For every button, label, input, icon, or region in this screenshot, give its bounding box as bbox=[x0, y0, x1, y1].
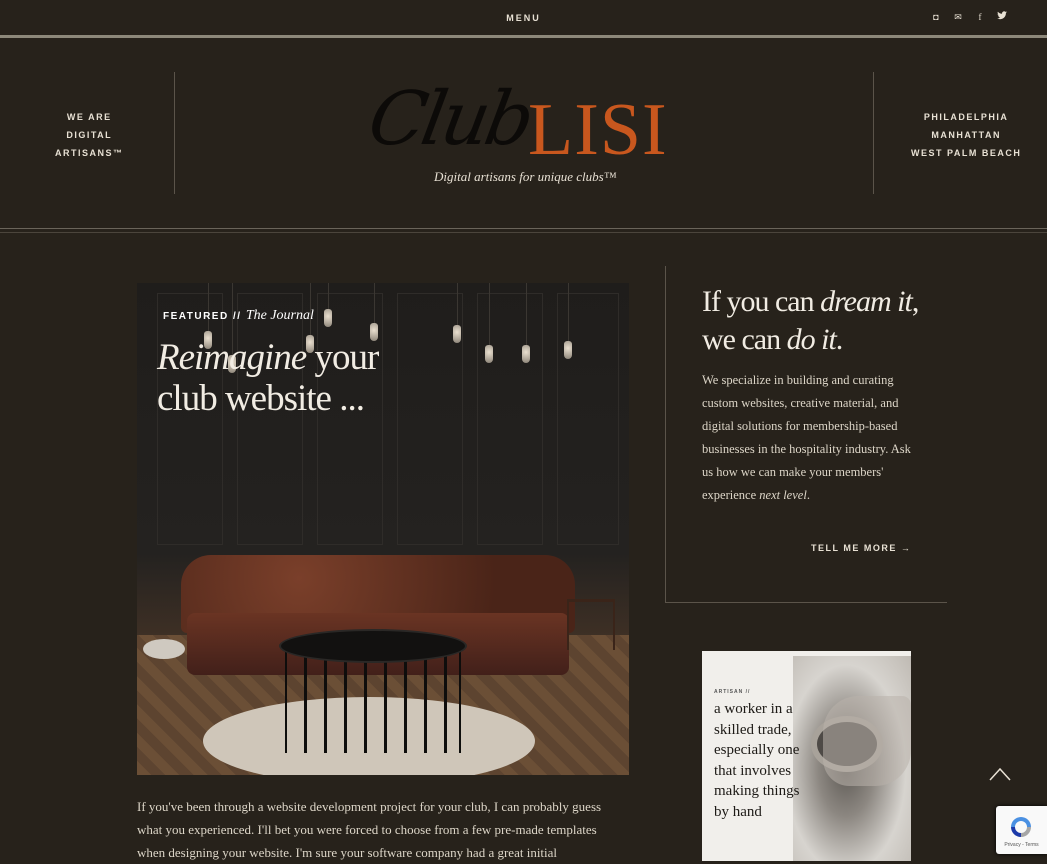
top-bar: MENU ◘ ✉ f bbox=[0, 0, 1047, 36]
intro-text: We specialize in building and curating c… bbox=[702, 373, 911, 502]
column-divider bbox=[665, 266, 666, 603]
logo-script: Club bbox=[362, 76, 537, 162]
logo-tagline: Digital artisans for unique clubs™ bbox=[434, 169, 617, 184]
featured-article-image[interactable]: FEATURED // The Journal Reimagine your c… bbox=[137, 283, 629, 775]
sidebar-intro: We specialize in building and curating c… bbox=[702, 369, 922, 507]
vase bbox=[143, 639, 185, 659]
menu-button[interactable]: MENU bbox=[0, 13, 1047, 23]
wall-panel bbox=[237, 293, 303, 545]
side-table bbox=[567, 599, 615, 650]
location-line: WEST PALM BEACH bbox=[911, 148, 1022, 158]
logo-word: LISI bbox=[528, 89, 668, 171]
featured-title-part: your bbox=[306, 337, 379, 378]
headline-emphasis: dream it bbox=[820, 285, 913, 318]
section-divider bbox=[0, 228, 1047, 229]
section-divider bbox=[0, 232, 1047, 233]
journal-link[interactable]: The Journal bbox=[246, 308, 314, 323]
headline-part: If you can bbox=[702, 285, 821, 318]
instagram-icon[interactable]: ◘ bbox=[931, 11, 941, 23]
headline-emphasis: do it bbox=[786, 323, 837, 356]
location-line: PHILADELPHIA bbox=[923, 112, 1009, 122]
artisan-eyebrow: ARTISAN // bbox=[714, 689, 751, 695]
intro-end: . bbox=[806, 488, 810, 502]
recaptcha-badge[interactable]: Privacy - Terms bbox=[996, 806, 1047, 854]
artisan-definition: a worker in a skilled trade, especially … bbox=[714, 701, 800, 820]
header-left-line: WE ARE bbox=[66, 112, 112, 122]
pendant-bulb bbox=[324, 309, 332, 327]
sidebar-headline: If you can dream it, we can do it. bbox=[702, 283, 942, 359]
featured-tag: FEATURED // bbox=[163, 311, 242, 322]
recaptcha-links[interactable]: Privacy - Terms bbox=[996, 842, 1047, 848]
tell-me-more-button[interactable]: TELL ME MORE → bbox=[811, 543, 911, 553]
email-icon[interactable]: ✉ bbox=[953, 11, 963, 23]
column-divider-horizontal bbox=[665, 602, 947, 603]
featured-title-part: club website ... bbox=[157, 378, 365, 419]
wall-panel bbox=[157, 293, 223, 545]
location-line: MANHATTAN bbox=[931, 130, 1001, 140]
pendant-bulb bbox=[522, 345, 530, 363]
headline-part: . bbox=[835, 323, 843, 356]
back-to-top-button[interactable] bbox=[988, 762, 1012, 786]
header-right-text: PHILADELPHIA MANHATTAN WEST PALM BEACH bbox=[911, 108, 1021, 162]
pottery-photo bbox=[793, 656, 911, 861]
pendant-wire bbox=[489, 283, 490, 345]
pendant-wire bbox=[328, 283, 329, 309]
arrow-right-icon: → bbox=[900, 543, 912, 553]
pendant-wire bbox=[374, 283, 375, 323]
header-left-text: WE ARE DIGITAL ARTISANS™ bbox=[55, 108, 124, 162]
header-left-line: ARTISANS™ bbox=[55, 148, 124, 158]
wall-panel bbox=[557, 293, 619, 545]
featured-label: FEATURED // The Journal bbox=[163, 308, 314, 324]
pendant-bulb bbox=[485, 345, 493, 363]
header-divider-left bbox=[174, 72, 175, 194]
facebook-icon[interactable]: f bbox=[975, 11, 985, 23]
pendant-wire bbox=[526, 283, 527, 345]
header-divider-right bbox=[873, 72, 874, 194]
logo[interactable]: Club LISI Digital artisans for unique cl… bbox=[362, 76, 680, 192]
intro-emphasis: next level bbox=[759, 488, 807, 502]
pendant-wire bbox=[457, 283, 458, 325]
pendant-wire bbox=[568, 283, 569, 341]
wall-panel bbox=[477, 293, 543, 545]
featured-title[interactable]: Reimagine your club website ... bbox=[157, 337, 379, 419]
cta-label: TELL ME MORE bbox=[811, 543, 897, 553]
recaptcha-icon bbox=[1011, 817, 1031, 837]
header-left-line: DIGITAL bbox=[66, 130, 113, 140]
article-intro: If you've been through a website develop… bbox=[137, 799, 602, 860]
artisan-card[interactable]: ARTISAN // a worker in a skilled trade, … bbox=[702, 651, 911, 861]
header-divider bbox=[0, 35, 1047, 38]
social-links: ◘ ✉ f bbox=[931, 11, 1007, 23]
pendant-bulb bbox=[453, 325, 461, 343]
twitter-icon[interactable] bbox=[997, 11, 1007, 23]
coffee-table-top bbox=[279, 629, 467, 663]
potter-hand bbox=[823, 696, 911, 786]
featured-title-emphasis: Reimagine bbox=[157, 337, 307, 378]
chevron-up-icon bbox=[989, 767, 1011, 781]
pendant-bulb bbox=[564, 341, 572, 359]
